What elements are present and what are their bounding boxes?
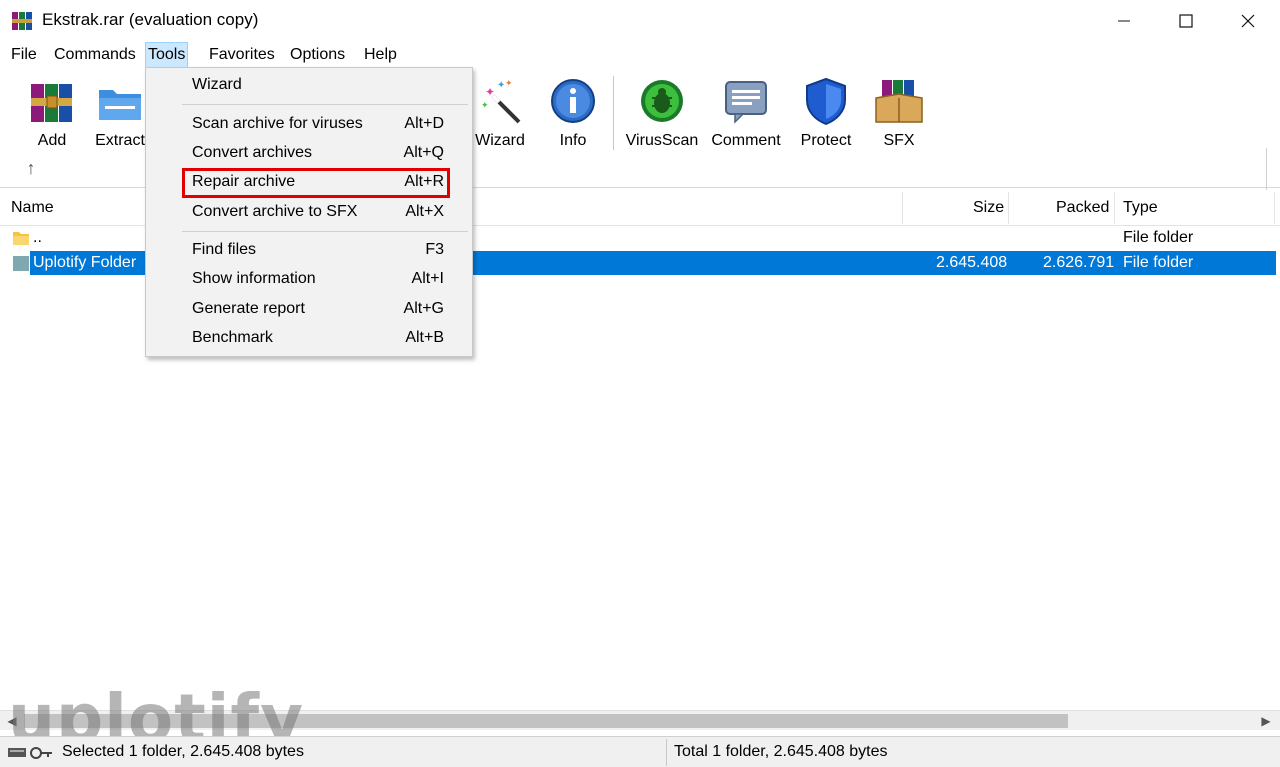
menu-item-label: Convert archive to SFX bbox=[192, 203, 358, 220]
column-divider[interactable] bbox=[1114, 192, 1115, 224]
comment-button[interactable]: Comment bbox=[704, 76, 788, 149]
maximize-button[interactable] bbox=[1156, 0, 1216, 42]
menu-commands[interactable]: Commands bbox=[52, 42, 138, 68]
row-size: 2.645.408 bbox=[936, 254, 1008, 271]
close-button[interactable] bbox=[1218, 0, 1278, 42]
column-divider[interactable] bbox=[1274, 192, 1275, 224]
extract-folder-icon bbox=[99, 90, 141, 120]
virus-scan-icon bbox=[641, 80, 683, 122]
menu-item-scan-viruses[interactable]: Scan archive for viruses Alt+D bbox=[146, 110, 472, 139]
sfx-button[interactable]: SFX bbox=[857, 76, 941, 149]
menu-item-benchmark[interactable]: Benchmark Alt+B bbox=[146, 324, 472, 353]
menu-item-show-information[interactable]: Show information Alt+I bbox=[146, 265, 472, 294]
winrar-app-icon bbox=[12, 12, 32, 30]
menu-item-shortcut: F3 bbox=[425, 241, 444, 258]
maximize-icon bbox=[1179, 14, 1193, 28]
menu-item-label: Wizard bbox=[192, 76, 242, 93]
menu-item-label: Benchmark bbox=[192, 329, 273, 346]
menu-item-shortcut: Alt+G bbox=[403, 300, 444, 317]
menu-help[interactable]: Help bbox=[362, 42, 399, 68]
toolbar-separator bbox=[613, 76, 614, 150]
title-bar: Ekstrak.rar (evaluation copy) bbox=[0, 0, 1280, 42]
menu-item-label: Generate report bbox=[192, 300, 305, 317]
folder-icon bbox=[13, 256, 29, 271]
minimize-icon bbox=[1118, 20, 1130, 22]
menu-item-label: Convert archives bbox=[192, 144, 313, 161]
column-name[interactable]: Name bbox=[11, 190, 54, 226]
status-bar: Selected 1 folder, 2.645.408 bytes Total… bbox=[0, 736, 1280, 767]
close-icon bbox=[1241, 14, 1255, 28]
menu-item-convert-archives[interactable]: Convert archives Alt+Q bbox=[146, 139, 472, 168]
folder-up-icon bbox=[13, 232, 29, 245]
menu-item-shortcut: Alt+I bbox=[411, 270, 444, 287]
drive-key-icon bbox=[8, 747, 52, 759]
column-size[interactable]: Size bbox=[973, 190, 1004, 226]
row-type: File folder bbox=[1123, 254, 1194, 271]
window-title: Ekstrak.rar (evaluation copy) bbox=[42, 10, 259, 29]
menu-separator bbox=[182, 231, 468, 232]
comment-icon bbox=[725, 81, 767, 124]
repair-archive-highlight-box bbox=[182, 168, 450, 198]
menu-tools[interactable]: Tools bbox=[145, 42, 189, 68]
minimize-button[interactable] bbox=[1094, 0, 1154, 42]
status-divider bbox=[666, 739, 667, 766]
column-divider[interactable] bbox=[1008, 192, 1009, 224]
tools-dropdown-menu: Wizard Scan archive for viruses Alt+D Co… bbox=[145, 67, 473, 357]
svg-text:✦: ✦ bbox=[481, 100, 489, 110]
row-type: File folder bbox=[1123, 229, 1194, 246]
status-selected: Selected 1 folder, 2.645.408 bytes bbox=[62, 743, 304, 760]
menu-item-shortcut: Alt+D bbox=[404, 115, 444, 132]
protect-button[interactable]: Protect bbox=[784, 76, 868, 149]
add-archive-icon bbox=[31, 84, 72, 122]
svg-text:✦: ✦ bbox=[505, 78, 513, 88]
menu-item-shortcut: Alt+Q bbox=[403, 144, 444, 161]
protect-label: Protect bbox=[800, 132, 852, 149]
svg-text:✦: ✦ bbox=[485, 85, 495, 99]
menu-item-label: Show information bbox=[192, 270, 316, 287]
menu-separator bbox=[182, 104, 468, 105]
menu-item-shortcut: Alt+X bbox=[405, 203, 444, 220]
menu-item-shortcut: Alt+B bbox=[405, 329, 444, 346]
info-icon bbox=[551, 79, 595, 123]
menu-bar: File Commands Tools Favorites Options He… bbox=[0, 42, 1280, 68]
column-type[interactable]: Type bbox=[1123, 190, 1158, 226]
sfx-box-icon bbox=[875, 80, 923, 123]
comment-label: Comment bbox=[711, 132, 781, 149]
row-packed: 2.626.791 bbox=[1043, 254, 1115, 271]
row-name: .. bbox=[33, 229, 42, 246]
menu-options[interactable]: Options bbox=[288, 42, 347, 68]
menu-item-find-files[interactable]: Find files F3 bbox=[146, 236, 472, 265]
scroll-right-icon[interactable]: ▶ bbox=[1258, 711, 1274, 731]
menu-item-convert-sfx[interactable]: Convert archive to SFX Alt+X bbox=[146, 198, 472, 227]
row-name: Uplotify Folder bbox=[33, 254, 137, 271]
menu-item-generate-report[interactable]: Generate report Alt+G bbox=[146, 295, 472, 324]
status-total: Total 1 folder, 2.645.408 bytes bbox=[674, 743, 888, 760]
sfx-label: SFX bbox=[883, 132, 915, 149]
menu-item-wizard[interactable]: Wizard bbox=[146, 71, 472, 100]
info-label: Info bbox=[559, 132, 587, 149]
menu-item-label: Find files bbox=[192, 241, 257, 258]
info-button[interactable]: Info bbox=[531, 76, 615, 149]
column-packed[interactable]: Packed bbox=[1056, 190, 1109, 226]
wizard-wand-icon: ✦ ✦ ✦ ✦ bbox=[481, 78, 521, 124]
menu-favorites[interactable]: Favorites bbox=[207, 42, 277, 68]
shield-icon bbox=[806, 77, 846, 126]
menu-file[interactable]: File bbox=[9, 42, 39, 68]
menu-item-label: Scan archive for viruses bbox=[192, 115, 363, 132]
virusscan-label: VirusScan bbox=[625, 132, 699, 149]
column-divider[interactable] bbox=[902, 192, 903, 224]
up-arrow-icon[interactable]: ↑ bbox=[20, 158, 42, 180]
virusscan-button[interactable]: VirusScan bbox=[620, 76, 704, 149]
